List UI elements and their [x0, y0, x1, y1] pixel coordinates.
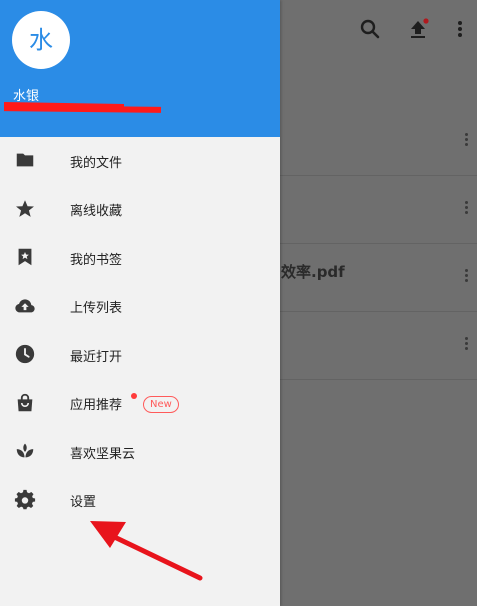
menu-item-upload-list[interactable]: 上传列表: [0, 283, 280, 332]
folder-icon: [14, 149, 36, 171]
menu-item-like-jianguoyun[interactable]: 喜欢坚果云: [0, 428, 280, 477]
drawer-menu: 我的文件 离线收藏 我的书签 上传列表 最近打开 应用推荐 New 喜欢坚果云 …: [0, 137, 280, 525]
bookmark-icon: [14, 246, 36, 268]
drawer-header: 水 水银: [0, 0, 280, 137]
gear-icon: [14, 489, 36, 511]
more-options-icon[interactable]: [448, 17, 472, 41]
menu-item-recently-opened[interactable]: 最近打开: [0, 331, 280, 380]
upload-icon[interactable]: [406, 17, 430, 41]
menu-item-offline-favorites[interactable]: 离线收藏: [0, 186, 280, 235]
star-icon: [14, 198, 36, 220]
cloud-upload-icon: [14, 295, 36, 317]
shopping-bag-icon: [14, 392, 36, 414]
notification-dot: [131, 392, 137, 399]
navigation-drawer: 水 水银 我的文件 离线收藏 我的书签 上传列表 最近打开 应用推荐 New 喜…: [0, 0, 280, 606]
file-name: 效率.pdf: [281, 263, 345, 281]
redaction-mark: [3, 101, 162, 115]
file-more-icon[interactable]: [465, 269, 469, 285]
menu-item-settings[interactable]: 设置: [0, 477, 280, 526]
new-badge: New: [143, 395, 179, 413]
menu-item-label: 喜欢坚果云: [70, 446, 136, 462]
search-icon[interactable]: [358, 17, 382, 41]
file-more-icon[interactable]: [465, 133, 469, 149]
clock-icon: [14, 343, 36, 365]
menu-item-app-recommendations[interactable]: 应用推荐 New: [0, 380, 280, 429]
menu-item-my-files[interactable]: 我的文件: [0, 137, 280, 186]
menu-item-label: 上传列表: [70, 301, 123, 317]
menu-item-label: 应用推荐: [70, 398, 123, 414]
file-more-icon[interactable]: [465, 201, 469, 217]
menu-item-label: 我的书签: [70, 252, 123, 268]
menu-item-label: 设置: [70, 495, 97, 511]
menu-item-bookmarks[interactable]: 我的书签: [0, 234, 280, 283]
leaf-icon: [14, 440, 36, 462]
menu-item-label: 离线收藏: [70, 204, 123, 220]
username: 水银: [13, 89, 40, 104]
menu-item-label: 最近打开: [70, 349, 123, 365]
file-more-icon[interactable]: [465, 337, 469, 353]
menu-item-label: 我的文件: [70, 155, 123, 171]
avatar[interactable]: 水: [12, 11, 70, 69]
